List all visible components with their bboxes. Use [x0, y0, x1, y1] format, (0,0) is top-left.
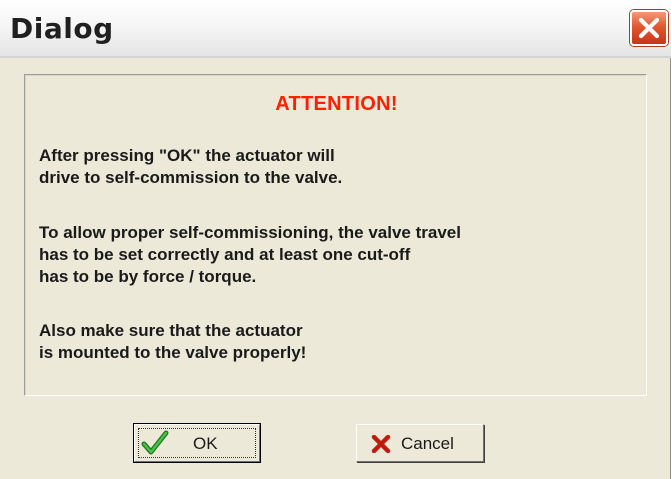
message-line: To allow proper self-commissioning, the …	[39, 223, 461, 242]
message-line: After pressing "OK" the actuator will	[39, 146, 335, 165]
title-bar[interactable]: Dialog	[0, 0, 671, 58]
message-paragraph-3: Also make sure that the actuator is moun…	[39, 320, 306, 364]
cancel-button-label: Cancel	[401, 434, 454, 453]
ok-button-label: OK	[193, 434, 218, 453]
close-button[interactable]	[630, 10, 668, 46]
cross-icon	[371, 435, 391, 453]
ok-button[interactable]: OK	[133, 423, 261, 463]
message-line: is mounted to the valve properly!	[39, 343, 307, 362]
attention-heading: ATTENTION!	[275, 93, 398, 115]
window-title: Dialog	[10, 12, 114, 45]
message-line: Also make sure that the actuator	[39, 321, 303, 340]
message-paragraph-2: To allow proper self-commissioning, the …	[39, 222, 461, 288]
message-panel: ATTENTION! After pressing "OK" the actua…	[24, 74, 647, 396]
message-line: drive to self-commission to the valve.	[39, 168, 343, 187]
cancel-button[interactable]: Cancel	[356, 424, 484, 462]
message-line: has to be by force / torque.	[39, 267, 257, 286]
checkmark-icon	[141, 430, 169, 456]
message-paragraph-1: After pressing "OK" the actuator will dr…	[39, 145, 342, 189]
message-line: has to be set correctly and at least one…	[39, 245, 411, 264]
close-icon	[638, 17, 660, 39]
dialog-window: Dialog ATTENTION! After pressing "OK" th…	[0, 0, 671, 479]
